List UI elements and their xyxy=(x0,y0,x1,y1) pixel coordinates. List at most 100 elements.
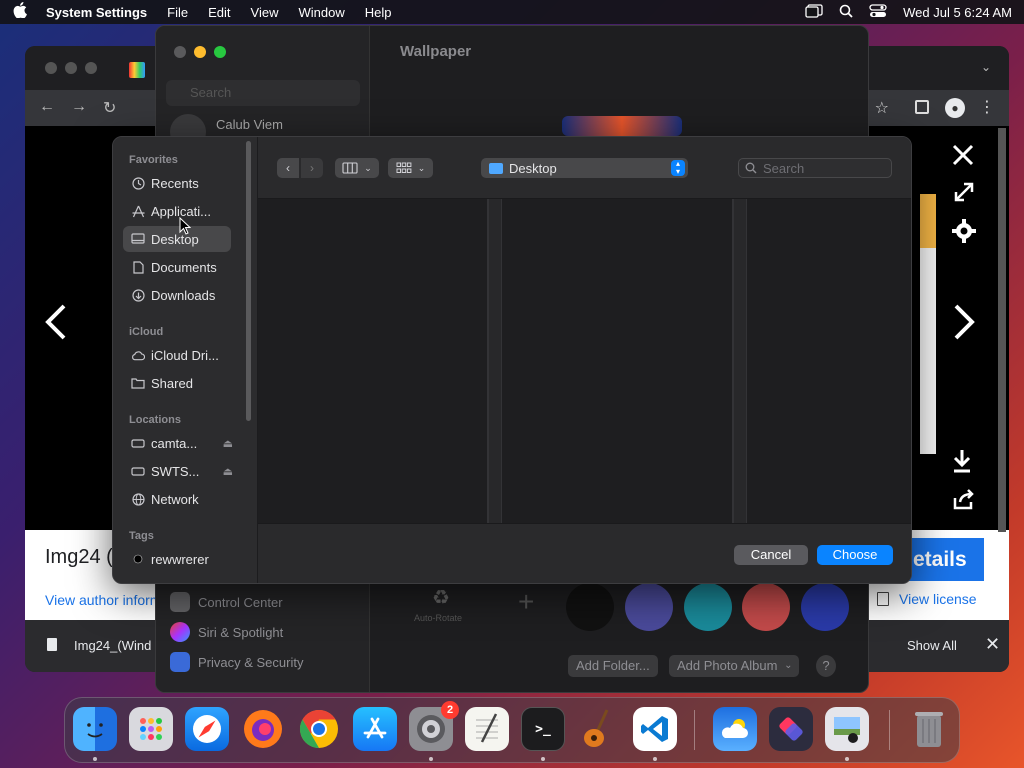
sidebar-item-shared[interactable]: Shared xyxy=(123,370,231,396)
folder-icon xyxy=(489,162,503,174)
system-settings-icon[interactable]: 2 xyxy=(409,701,459,751)
back-icon[interactable]: ← xyxy=(39,98,55,116)
show-all-button[interactable]: Show All xyxy=(907,638,957,653)
auto-rotate-tile[interactable]: ♻ Auto-Rotate xyxy=(414,583,474,631)
terminal-icon[interactable]: >_ xyxy=(521,707,565,751)
menu-view[interactable]: View xyxy=(251,5,279,20)
add-color-icon[interactable]: + xyxy=(518,586,534,618)
menu-help[interactable]: Help xyxy=(365,5,392,20)
color-swatch-black[interactable] xyxy=(566,583,614,631)
sidebar-item-control-center[interactable]: Control Center xyxy=(170,592,283,612)
tab-list-chevron-icon[interactable]: ⌄ xyxy=(981,60,991,74)
sidebar-item-label: Recents xyxy=(151,175,199,191)
menu-clock[interactable]: Wed Jul 5 6:24 AM xyxy=(903,5,1012,20)
menu-edit[interactable]: Edit xyxy=(208,5,230,20)
nav-back-forward: ‹ › xyxy=(277,158,323,178)
author-info-link[interactable]: View author inform xyxy=(45,592,161,608)
sidebar-item-tag[interactable]: rewwrerer xyxy=(123,546,231,572)
close-window-button[interactable] xyxy=(174,46,186,58)
choose-button[interactable]: Choose xyxy=(817,545,893,565)
menu-window[interactable]: Window xyxy=(298,5,344,20)
sidebar-item-recents[interactable]: Recents xyxy=(123,170,231,196)
sidebar-item-swts-drive[interactable]: SWTS... ⏏ xyxy=(123,458,235,484)
help-button[interactable]: ? xyxy=(816,655,836,677)
more-menu-icon[interactable]: ⋮ xyxy=(979,97,995,117)
column-resize-handle[interactable] xyxy=(488,199,502,523)
sidebar-scrollbar[interactable] xyxy=(246,141,251,421)
safari-icon[interactable] xyxy=(185,707,229,751)
column-resize-handle[interactable] xyxy=(733,199,747,523)
dialog-search-input[interactable]: Search xyxy=(738,158,892,178)
drive-icon xyxy=(131,464,145,478)
next-image-icon[interactable] xyxy=(950,302,978,352)
garageband-icon[interactable] xyxy=(577,707,621,751)
viewer-scrollbar[interactable] xyxy=(998,128,1006,532)
sidebar-item-desktop[interactable]: Desktop xyxy=(123,226,231,252)
sidebar-item-applications[interactable]: Applicati... xyxy=(123,198,231,224)
sidebar-item-network[interactable]: Network xyxy=(123,486,231,512)
location-popup[interactable]: Desktop ▴ ▾ xyxy=(481,158,688,178)
browser-column-3[interactable] xyxy=(747,199,911,523)
sidebar-item-camtasia-drive[interactable]: camta... ⏏ xyxy=(123,430,235,456)
eject-icon[interactable]: ⏏ xyxy=(223,437,233,450)
browser-column-1[interactable] xyxy=(258,199,488,523)
settings-search-input[interactable]: Search xyxy=(166,80,360,106)
forward-icon[interactable]: › xyxy=(301,158,323,178)
profile-icon[interactable]: ● xyxy=(945,98,965,118)
browser-column-2[interactable] xyxy=(502,199,733,523)
download-icon[interactable] xyxy=(950,448,974,477)
user-name[interactable]: Calub Viem xyxy=(216,117,283,132)
side-panel-icon[interactable] xyxy=(915,100,929,114)
chrome-icon[interactable] xyxy=(297,707,341,751)
spotlight-search-icon[interactable] xyxy=(839,4,853,21)
app-store-icon[interactable] xyxy=(353,707,397,751)
weather-icon[interactable] xyxy=(713,707,757,751)
textedit-icon[interactable] xyxy=(465,707,509,751)
add-folder-button[interactable]: Add Folder... xyxy=(568,655,658,677)
zoom-window-button[interactable] xyxy=(214,46,226,58)
view-mode-columns[interactable]: ⌄ xyxy=(335,158,379,178)
add-photo-album-button[interactable]: Add Photo Album ⌄ xyxy=(669,655,800,677)
color-swatch-red[interactable] xyxy=(742,583,790,631)
previous-image-icon[interactable] xyxy=(42,302,70,352)
menu-file[interactable]: File xyxy=(167,5,188,20)
gear-icon[interactable] xyxy=(951,218,977,247)
group-by-button[interactable]: ⌄ xyxy=(388,158,433,178)
share-icon[interactable] xyxy=(952,488,976,513)
eject-icon[interactable]: ⏏ xyxy=(223,465,233,478)
color-swatch-blue[interactable] xyxy=(801,583,849,631)
wallpaper-preview[interactable] xyxy=(562,116,682,136)
shortcuts-icon[interactable] xyxy=(769,707,813,751)
vscode-icon[interactable] xyxy=(633,707,677,751)
sidebar-item-privacy-security[interactable]: Privacy & Security xyxy=(170,652,303,672)
details-button[interactable]: etails xyxy=(905,538,984,581)
control-center-icon[interactable] xyxy=(869,3,887,21)
sidebar-item-icloud-drive[interactable]: iCloud Dri... xyxy=(123,342,231,368)
reload-icon[interactable]: ↻ xyxy=(103,98,116,118)
launchpad-icon[interactable] xyxy=(129,707,173,751)
screen-mirroring-icon[interactable] xyxy=(805,3,823,21)
color-swatch-teal[interactable] xyxy=(684,583,732,631)
license-link[interactable]: View license xyxy=(899,591,977,607)
forward-icon[interactable]: → xyxy=(71,98,87,116)
close-download-bar-icon[interactable]: ✕ xyxy=(985,634,1000,655)
apple-menu-icon[interactable] xyxy=(12,2,28,22)
trash-icon[interactable] xyxy=(907,707,951,751)
minimize-window-button[interactable] xyxy=(194,46,206,58)
cancel-button[interactable]: Cancel xyxy=(734,545,808,565)
close-viewer-icon[interactable] xyxy=(950,142,976,171)
sidebar-item-documents[interactable]: Documents xyxy=(123,254,231,280)
finder-icon[interactable] xyxy=(73,707,117,751)
control-center-icon xyxy=(170,592,190,612)
sidebar-item-downloads[interactable]: Downloads xyxy=(123,282,231,308)
download-filename[interactable]: Img24_(Wind xyxy=(74,638,151,653)
expand-icon[interactable] xyxy=(952,180,976,207)
color-swatch-indigo[interactable] xyxy=(625,583,673,631)
firefox-icon[interactable] xyxy=(241,707,285,751)
preview-icon[interactable] xyxy=(825,707,869,751)
back-icon[interactable]: ‹ xyxy=(277,158,299,178)
bookmark-star-icon[interactable]: ☆ xyxy=(875,98,889,118)
notification-badge: 2 xyxy=(441,701,459,719)
sidebar-item-siri-spotlight[interactable]: Siri & Spotlight xyxy=(170,622,283,642)
menu-app-name[interactable]: System Settings xyxy=(46,5,147,20)
